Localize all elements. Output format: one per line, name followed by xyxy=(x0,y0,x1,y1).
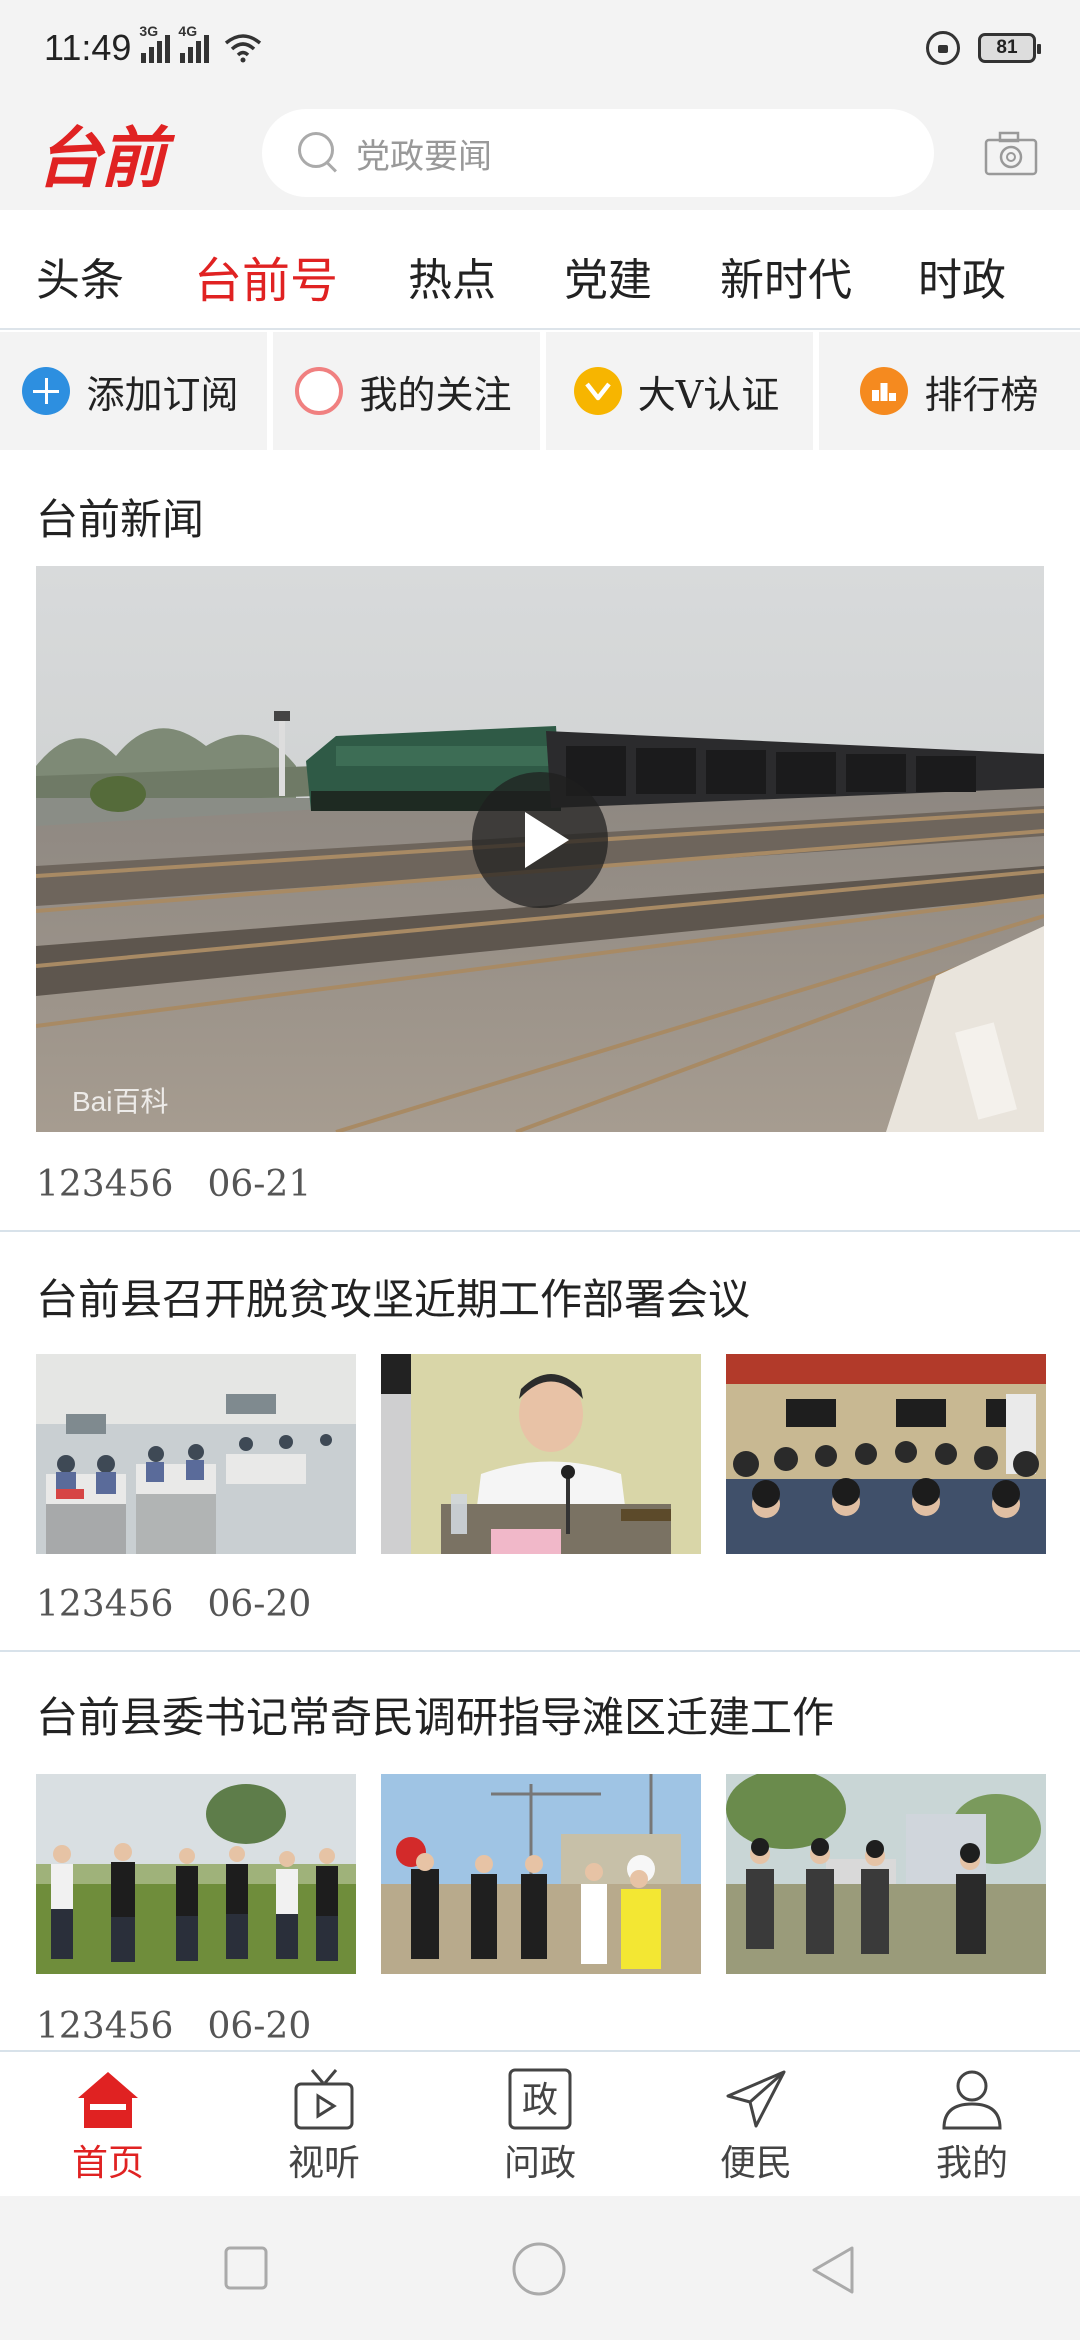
article-date: 06-20 xyxy=(207,1584,312,1625)
tab-xinshidai[interactable]: 新时代 xyxy=(720,244,852,308)
plus-circle-icon xyxy=(22,367,71,415)
user-icon xyxy=(940,2068,1004,2130)
baidu-watermark: Bai百科 xyxy=(72,1086,168,1117)
add-subscription-button[interactable]: 添加订阅 xyxy=(0,332,261,450)
search-input[interactable]: 党政要闻 xyxy=(262,109,934,197)
article-source: 123456 xyxy=(36,1164,174,1205)
v-badge-icon xyxy=(573,367,622,415)
article-date: 06-21 xyxy=(207,1164,312,1205)
rank-icon xyxy=(860,367,909,415)
signal-3g-icon: 3G xyxy=(139,23,171,63)
article-image xyxy=(36,1354,356,1554)
my-follows-button[interactable]: 我的关注 xyxy=(267,332,534,450)
article-date: 06-20 xyxy=(207,2006,312,2047)
system-nav-bar xyxy=(0,2196,1080,2340)
home-button[interactable] xyxy=(510,2240,568,2302)
article-source: 123456 xyxy=(36,1584,174,1625)
article-source: 123456 xyxy=(36,2006,174,2047)
rotation-lock-icon xyxy=(926,31,960,65)
video-thumbnail[interactable]: Bai百科 xyxy=(36,566,1044,1132)
camera-icon[interactable] xyxy=(984,130,1038,176)
recents-button[interactable] xyxy=(222,2244,270,2296)
article-card[interactable]: 台前县委书记常奇民调研指导滩区迁建工作 123456 06-20 xyxy=(0,1652,1080,2052)
article-card[interactable]: 台前县召开脱贫攻坚近期工作部署会议 123456 06-20 xyxy=(0,1232,1080,1652)
status-bar: 11:49 3G 4G 81 xyxy=(0,0,1080,96)
article-meta: 123456 06-21 xyxy=(36,1164,311,1205)
article-image xyxy=(36,1774,356,1974)
ranking-button[interactable]: 排行榜 xyxy=(813,332,1080,450)
nav-wenzheng[interactable]: 政 问政 xyxy=(432,2052,648,2196)
tab-toutiao[interactable]: 头条 xyxy=(36,244,124,308)
article-image xyxy=(726,1774,1046,1974)
tab-dangjian[interactable]: 党建 xyxy=(564,244,652,308)
article-title: 台前新闻 xyxy=(36,495,205,544)
category-tabs: 头条 台前号 热点 党建 新时代 时政 xyxy=(0,210,1080,330)
search-placeholder: 党政要闻 xyxy=(356,136,492,177)
tab-redian[interactable]: 热点 xyxy=(408,244,496,308)
nav-home[interactable]: 首页 xyxy=(0,2052,216,2196)
svg-text:政: 政 xyxy=(522,2080,558,2121)
app-logo: 台前 xyxy=(36,119,166,197)
tab-taiqianhao[interactable]: 台前号 xyxy=(194,241,338,311)
wifi-icon xyxy=(223,33,263,63)
home-icon xyxy=(76,2068,140,2130)
status-time: 11:49 xyxy=(44,27,132,68)
article-card-video[interactable]: 台前新闻 Bai百科 123456 06-21 xyxy=(0,450,1080,1232)
search-icon xyxy=(296,130,342,176)
article-image xyxy=(381,1354,701,1554)
send-icon xyxy=(724,2068,788,2130)
back-button[interactable] xyxy=(808,2244,856,2300)
article-title: 台前县委书记常奇民调研指导滩区迁建工作 xyxy=(36,1693,835,1742)
battery-icon: 81 xyxy=(978,33,1041,63)
nav-media[interactable]: 视听 xyxy=(216,2052,432,2196)
tv-icon xyxy=(292,2068,356,2130)
article-image xyxy=(381,1774,701,1974)
big-v-verify-button[interactable]: 大V认证 xyxy=(540,332,807,450)
ring-icon xyxy=(295,367,344,415)
article-meta: 123456 06-20 xyxy=(36,2006,311,2047)
bottom-nav: 首页 视听 政 问政 便民 我的 xyxy=(0,2050,1080,2196)
article-image xyxy=(726,1354,1046,1554)
play-icon[interactable] xyxy=(472,772,608,908)
zheng-icon: 政 xyxy=(508,2068,572,2130)
header: 台前 党政要闻 xyxy=(0,96,1080,210)
nav-mine[interactable]: 我的 xyxy=(864,2052,1080,2196)
article-title: 台前县召开脱贫攻坚近期工作部署会议 xyxy=(36,1275,751,1324)
tab-shizheng[interactable]: 时政 xyxy=(918,244,1006,308)
nav-bianmin[interactable]: 便民 xyxy=(648,2052,864,2196)
signal-4g-icon: 4G xyxy=(178,23,210,63)
article-meta: 123456 06-20 xyxy=(36,1584,311,1625)
feature-bar: 添加订阅 我的关注 大V认证 排行榜 xyxy=(0,332,1080,450)
